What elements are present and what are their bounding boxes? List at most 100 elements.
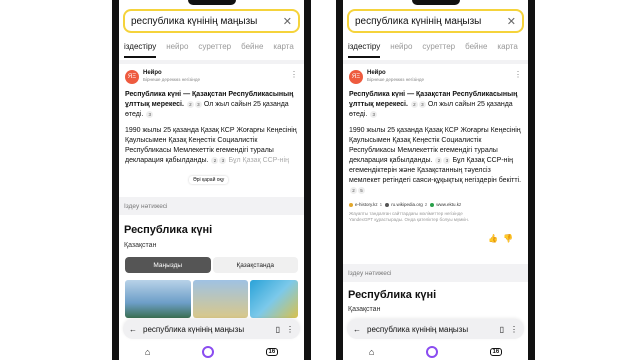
source-label: www.ektu.kz (436, 202, 462, 207)
source-badge[interactable]: 2 (211, 156, 219, 164)
clear-icon[interactable]: ✕ (507, 15, 516, 28)
more-icon[interactable]: ⋮ (286, 325, 294, 334)
bookmark-icon[interactable]: ▯ (500, 325, 504, 334)
segmented-control: Маңызды Қазақстанда (125, 257, 298, 273)
tabs-count-icon[interactable]: 16 (489, 348, 503, 356)
tab-neuro[interactable]: нейро (166, 42, 188, 58)
home-icon[interactable]: ⌂ (369, 347, 374, 357)
tab-images[interactable]: суреттер (198, 42, 231, 58)
bottom-nav: ⌂ 16 (343, 344, 528, 360)
phone-notch (411, 0, 460, 5)
tab-maps[interactable]: карта (273, 42, 293, 58)
address-text[interactable]: республика күнінің маңызы (143, 325, 270, 334)
answer-title: Республика күні — Қазақстан Республикасы… (349, 90, 522, 120)
search-tabs: іздестіру нейро суреттер бейне карта (119, 42, 304, 58)
more-icon[interactable]: ⋮ (514, 70, 522, 79)
neuro-subtitle: Бірнеше дереккөз негізінде (367, 77, 424, 82)
result-subtitle: Қазақстан (124, 242, 157, 249)
back-arrow-icon[interactable]: ← (353, 325, 361, 334)
neuro-card: ЯΞ Нейро Бірнеше дереккөз негізінде ⋮ Ре… (119, 66, 304, 166)
more-icon[interactable]: ⋮ (290, 70, 298, 79)
source-chip[interactable]: ru.wikipedia.org 2 (385, 202, 427, 207)
results-header: Іздеу нәтижесі (343, 264, 528, 282)
source-badge[interactable]: 5 (358, 186, 365, 194)
result-title[interactable]: Республика күні (124, 224, 212, 236)
source-count: 2 (424, 202, 428, 207)
neuro-name: Нейро (367, 70, 386, 76)
source-badge[interactable]: 3 (443, 156, 451, 164)
tab-maps[interactable]: карта (497, 42, 517, 58)
search-query[interactable]: республика күнінің маңызы (131, 16, 283, 27)
source-badge[interactable]: 2 (350, 186, 357, 194)
search-input[interactable]: республика күнінің маңызы ✕ (347, 9, 524, 33)
tab-video[interactable]: бейне (465, 42, 487, 58)
result-title[interactable]: Республика күні (348, 289, 436, 301)
answer-text-faded: Бұл Қазақ ССР-нің (228, 157, 289, 164)
address-text[interactable]: республика күнінің маңызы (367, 325, 494, 334)
clear-icon[interactable]: ✕ (283, 15, 292, 28)
feedback-buttons: 👍👎 (488, 234, 518, 243)
result-image[interactable] (193, 280, 248, 318)
alice-icon[interactable] (201, 346, 214, 358)
source-badge[interactable]: 3 (418, 100, 426, 108)
bottom-nav: ⌂ 16 (119, 344, 304, 360)
phone-left: республика күнінің маңызы ✕ іздестіру не… (112, 0, 311, 360)
disclaimer: Жауапты тандалған сайттардағы мәліметтер… (349, 211, 469, 222)
image-strip (125, 280, 298, 318)
bookmark-icon[interactable]: ▯ (276, 325, 280, 334)
thumbs-down-icon[interactable]: 👎 (503, 234, 518, 243)
source-badge[interactable]: 3 (146, 110, 154, 118)
phone-right: республика күнінің маңызы ✕ іздестіру не… (336, 0, 535, 360)
source-count: 1 (379, 202, 383, 207)
segment-important[interactable]: Маңызды (125, 257, 211, 273)
answer-title: Республика күні — Қазақстан Республикасы… (125, 90, 298, 120)
neuro-header: ЯΞ Нейро Бірнеше дереккөз негізінде ⋮ (125, 70, 298, 84)
more-icon[interactable]: ⋮ (510, 325, 518, 334)
search-tabs: іздестіру нейро суреттер бейне карта (343, 42, 528, 58)
source-chip[interactable]: e-history.kz 1 (349, 202, 382, 207)
source-badge[interactable]: 3 (219, 156, 227, 164)
answer-paragraph: 1990 жылы 25 қазанда Қазақ КСР Жоғарғы К… (349, 126, 522, 196)
source-list: e-history.kz 1 ru.wikipedia.org 2 www.ektu… (349, 202, 522, 207)
phone-notch (187, 0, 236, 5)
search-input[interactable]: республика күнінің маңызы ✕ (123, 9, 300, 33)
segment-kazakhstan[interactable]: Қазақстанда (212, 257, 298, 273)
result-image[interactable] (249, 280, 298, 318)
result-image[interactable] (125, 280, 192, 318)
neuro-card: ЯΞ Нейро Бірнеше дереккөз негізінде ⋮ Ре… (343, 66, 528, 223)
source-label: e-history.kz (355, 202, 378, 207)
home-icon[interactable]: ⌂ (145, 347, 150, 357)
source-favicon-icon (385, 202, 390, 207)
tab-search[interactable]: іздестіру (124, 42, 157, 58)
divider (343, 60, 528, 64)
tab-search[interactable]: іздестіру (348, 42, 381, 58)
result-subtitle: Қазақстан (348, 306, 381, 313)
answer-paragraph: 1990 жылы 25 қазанда Қазақ КСР Жоғарғы К… (125, 126, 298, 166)
source-badge[interactable]: 3 (370, 110, 378, 118)
source-badge[interactable]: 2 (435, 156, 443, 164)
neuro-subtitle: Бірнеше дереккөз негізінде (143, 77, 200, 82)
source-favicon-icon (430, 202, 435, 207)
source-chip[interactable]: www.ektu.kz (430, 202, 461, 207)
results-header: Іздеу нәтижесі (119, 197, 304, 215)
address-bar[interactable]: ← республика күнінің маңызы ▯ ⋮ (347, 319, 524, 339)
alice-icon[interactable] (425, 346, 438, 358)
tab-images[interactable]: суреттер (422, 42, 455, 58)
source-label: ru.wikipedia.org (391, 202, 423, 207)
source-badge[interactable]: 2 (410, 100, 418, 108)
divider (119, 60, 304, 64)
neuro-logo-icon: ЯΞ (349, 70, 363, 84)
back-arrow-icon[interactable]: ← (129, 325, 137, 334)
neuro-logo-icon: ЯΞ (125, 70, 139, 84)
tabs-count-icon[interactable]: 16 (265, 348, 279, 356)
source-badge[interactable]: 2 (186, 100, 194, 108)
read-more-button[interactable]: Әрі қарай оқу (189, 176, 229, 184)
address-bar[interactable]: ← республика күнінің маңызы ▯ ⋮ (123, 319, 300, 339)
source-favicon-icon (349, 202, 353, 207)
tab-neuro[interactable]: нейро (390, 42, 412, 58)
tab-video[interactable]: бейне (241, 42, 263, 58)
thumbs-up-icon[interactable]: 👍 (488, 234, 503, 243)
search-query[interactable]: республика күнінің маңызы (355, 16, 507, 27)
neuro-header: ЯΞ Нейро Бірнеше дереккөз негізінде ⋮ (349, 70, 522, 84)
source-badge[interactable]: 3 (194, 100, 202, 108)
